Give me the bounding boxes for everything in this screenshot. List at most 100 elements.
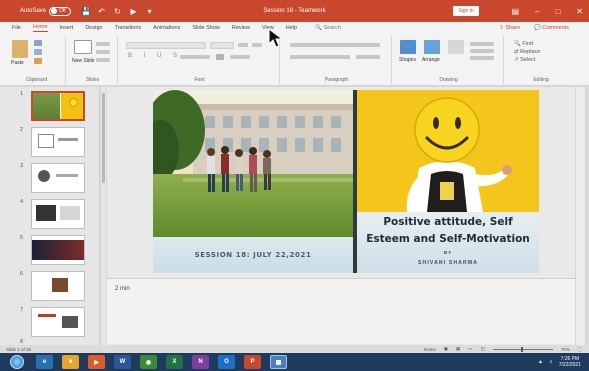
topic-banner: Positive attitude, Self Esteem and Self-… — [357, 212, 539, 273]
tab-slide-show[interactable]: Slide Show — [192, 25, 220, 31]
font-name-field[interactable] — [126, 42, 206, 49]
powerpoint-icon[interactable]: P — [244, 355, 261, 369]
select-button[interactable]: ↗ Select — [514, 57, 535, 63]
layout-button[interactable] — [96, 42, 110, 46]
font-format-buttons[interactable]: B I U S — [128, 53, 182, 59]
redo-icon[interactable]: ↻ — [113, 7, 122, 16]
thumbnail-slide-1[interactable]: 1 — [0, 89, 100, 125]
tab-animations[interactable]: Animations — [153, 25, 180, 31]
network-icon[interactable]: ▲ — [538, 359, 543, 365]
format-painter-icon[interactable] — [34, 58, 42, 64]
shape-fill-button[interactable] — [470, 42, 494, 46]
share-label: Share — [505, 25, 521, 31]
font-size-field[interactable] — [210, 42, 234, 49]
maximize-button[interactable]: □ — [555, 7, 560, 16]
comments-button[interactable]: 💬 Comments — [534, 25, 569, 31]
clipboard-label: Clipboard — [25, 77, 48, 83]
ribbon: Paste Clipboard New Slide Slides B I U S… — [0, 34, 589, 86]
thumbnail-slide-4[interactable]: 4 — [0, 197, 100, 233]
outlook-icon[interactable]: O — [218, 355, 235, 369]
share-button[interactable]: ⇧ Share — [499, 25, 520, 31]
shape-outline-button[interactable] — [470, 49, 494, 53]
quick-styles-icon[interactable] — [448, 40, 464, 54]
undo-icon[interactable]: ↶ — [97, 7, 106, 16]
onenote-icon[interactable]: N — [192, 355, 209, 369]
slide-sorter-icon[interactable]: ▦ — [456, 346, 460, 352]
tab-file[interactable]: File — [12, 25, 21, 31]
notes-text[interactable]: 2 min — [115, 286, 130, 292]
clock[interactable]: 7:26 PM 7/22/2021 — [559, 356, 581, 368]
new-slide-icon[interactable] — [74, 40, 92, 54]
character-spacing-button[interactable] — [180, 55, 210, 59]
file-explorer-icon[interactable]: ■ — [62, 355, 79, 369]
shapes-icon[interactable] — [400, 40, 416, 54]
tab-design[interactable]: Design — [85, 25, 102, 31]
thumbnail-slide-7[interactable]: 7 — [0, 305, 100, 341]
reading-view-icon[interactable]: ▭ — [468, 346, 472, 352]
highlight-button[interactable] — [230, 55, 250, 59]
tab-review[interactable]: Review — [232, 25, 250, 31]
clock-date: 7/22/2021 — [558, 362, 581, 368]
font-color-icon[interactable] — [216, 54, 224, 60]
normal-view-icon[interactable]: ▣ — [444, 346, 448, 352]
tab-transitions[interactable]: Transitions — [114, 25, 141, 31]
slide-number: 3 — [20, 163, 24, 169]
main-scrollbar[interactable] — [575, 87, 585, 345]
arrange-icon[interactable] — [424, 40, 440, 54]
tab-help[interactable]: Help — [286, 25, 297, 31]
slide-preview — [31, 271, 85, 301]
chrome-icon[interactable]: ◉ — [140, 355, 157, 369]
fit-to-window-icon[interactable]: ⛶ — [578, 347, 581, 352]
customize-toolbar-icon[interactable]: ▾ — [145, 7, 154, 16]
cut-icon[interactable] — [34, 40, 42, 46]
shape-effects-button[interactable] — [470, 56, 494, 60]
tab-home[interactable]: Home — [32, 24, 48, 32]
autosave-state: Off — [59, 8, 66, 14]
app-window-icon[interactable]: ▩ — [270, 355, 287, 369]
shrink-font-button[interactable] — [252, 43, 262, 47]
slideshow-icon[interactable]: ◫ — [481, 346, 485, 352]
reset-button[interactable] — [96, 50, 110, 54]
search-box[interactable]: 🔍 Search — [315, 25, 341, 31]
start-button-icon[interactable] — [10, 355, 24, 369]
thumbnail-slide-8[interactable]: 8 — [0, 337, 100, 345]
autosave-toggle[interactable]: Off — [49, 6, 72, 16]
thumbnail-slide-6[interactable]: 6 — [0, 269, 100, 305]
thumbnail-slide-3[interactable]: 3 — [0, 161, 100, 197]
paste-icon[interactable] — [12, 40, 28, 58]
tab-insert[interactable]: Insert — [60, 25, 74, 31]
zoom-slider-knob[interactable] — [520, 346, 523, 352]
close-button[interactable]: ✕ — [576, 7, 583, 16]
zoom-level[interactable]: 70% — [561, 347, 570, 352]
excel-icon[interactable]: X — [166, 355, 183, 369]
volume-icon[interactable]: ♫ — [549, 359, 553, 365]
thumbnail-slide-5[interactable]: 5 — [0, 233, 100, 269]
media-player-icon[interactable]: ▶ — [88, 355, 105, 369]
sign-in-button[interactable]: Sign in — [453, 6, 479, 16]
section-button[interactable] — [96, 58, 110, 62]
internet-explorer-icon[interactable]: e — [36, 355, 53, 369]
zoom-slider[interactable] — [492, 346, 553, 352]
thumbnail-slide-2[interactable]: 2 — [0, 125, 100, 161]
find-label: Find — [522, 41, 534, 47]
scrollbar-thumb[interactable] — [102, 93, 105, 183]
alignment-buttons[interactable] — [290, 55, 350, 59]
autosave-control[interactable]: AutoSave Off — [20, 6, 72, 16]
replace-button[interactable]: ⇄ Replace — [514, 49, 540, 55]
copy-icon[interactable] — [34, 49, 42, 55]
notes-pane[interactable]: 2 min — [107, 278, 575, 344]
ribbon-display-options-icon[interactable]: ▤ — [511, 7, 519, 16]
save-icon[interactable]: 💾 — [81, 7, 91, 16]
notes-toggle[interactable]: Notes — [424, 347, 436, 352]
current-slide[interactable]: SESSION 18: JULY 22,2021 Positive attitu… — [153, 90, 539, 273]
grow-font-button[interactable] — [238, 43, 248, 47]
start-from-beginning-icon[interactable]: ▶ — [129, 7, 138, 16]
find-button[interactable]: 🔍 Find — [514, 41, 533, 47]
word-icon[interactable]: W — [114, 355, 131, 369]
status-bar: Slide 1 of 35 Notes ▣ ▦ ▭ ◫ 70% ⛶ — [0, 345, 589, 353]
thumbnail-scrollbar[interactable] — [101, 87, 106, 345]
list-buttons[interactable] — [290, 43, 380, 47]
search-label: Search — [323, 25, 341, 31]
text-direction-button[interactable] — [356, 55, 380, 59]
minimize-button[interactable]: – — [535, 7, 539, 16]
